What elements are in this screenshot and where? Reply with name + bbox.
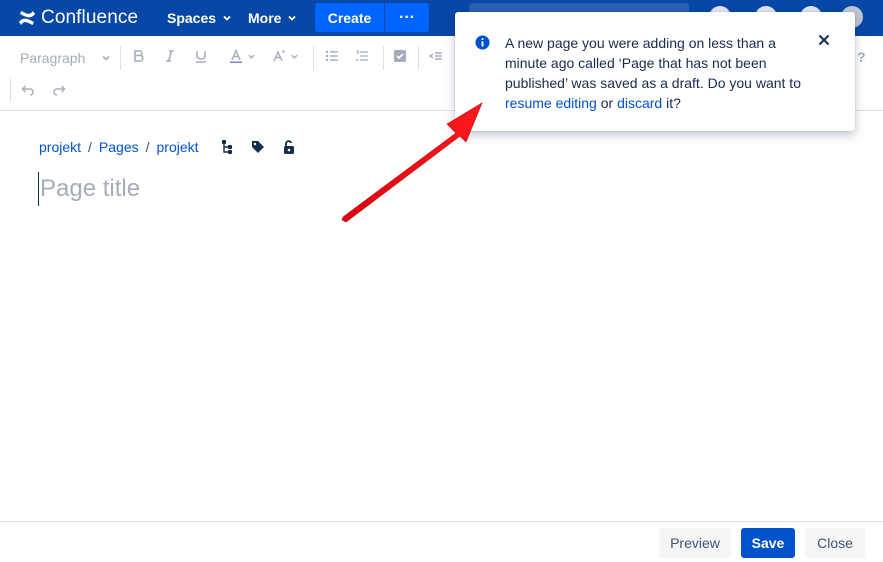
create-button[interactable]: Create xyxy=(315,3,384,32)
save-button[interactable]: Save xyxy=(741,528,795,558)
bold-icon xyxy=(134,50,144,62)
numbered-list-icon xyxy=(356,50,368,61)
numbered-list-button[interactable] xyxy=(355,49,369,63)
breadcrumb-parent-link[interactable]: projekt xyxy=(157,139,199,155)
chevron-down-icon xyxy=(288,15,297,21)
task-list-button[interactable] xyxy=(393,49,407,63)
bullet-list-icon xyxy=(325,50,338,62)
page-title-input[interactable] xyxy=(38,172,638,206)
brand-name: Confluence xyxy=(41,7,139,28)
resume-editing-link[interactable]: resume editing xyxy=(505,95,597,111)
outdent-icon xyxy=(429,52,442,60)
draft-notification: A new page you were adding on less than … xyxy=(455,12,855,131)
breadcrumb-separator: / xyxy=(145,139,150,155)
page-tree-icon[interactable] xyxy=(219,139,235,155)
redo-button[interactable] xyxy=(52,83,66,97)
chevron-down-icon xyxy=(223,15,231,21)
spaces-menu-label: Spaces xyxy=(167,10,217,26)
text-color-button[interactable] xyxy=(229,49,256,63)
notification-text-or: or xyxy=(596,95,618,111)
discard-link[interactable]: discard xyxy=(617,95,662,111)
toolbar-divider xyxy=(120,46,121,70)
info-icon xyxy=(475,35,490,50)
outdent-button[interactable] xyxy=(429,49,443,63)
paragraph-style-label: Paragraph xyxy=(20,50,86,66)
notification-text: A new page you were adding on less than … xyxy=(505,35,801,91)
more-menu[interactable]: More xyxy=(248,10,297,26)
text-color-icon xyxy=(230,49,242,63)
bullet-list-button[interactable] xyxy=(325,49,339,63)
toolbar-divider xyxy=(418,46,419,70)
notification-text-end: it? xyxy=(662,95,681,111)
close-button[interactable]: Close xyxy=(805,528,865,558)
label-icon[interactable] xyxy=(250,139,266,155)
breadcrumb-space-link[interactable]: projekt xyxy=(39,139,81,155)
more-menu-label: More xyxy=(248,10,282,26)
breadcrumb-pages-link[interactable]: Pages xyxy=(99,139,139,155)
italic-icon xyxy=(166,50,174,62)
text-format-more-button[interactable] xyxy=(272,49,299,63)
toolbar-divider xyxy=(10,78,11,102)
notification-message: A new page you were adding on less than … xyxy=(505,33,805,113)
toolbar-divider xyxy=(383,46,384,70)
text-style-icon xyxy=(273,50,285,62)
close-icon[interactable] xyxy=(817,33,831,47)
underline-button[interactable] xyxy=(194,49,208,63)
unlock-icon[interactable] xyxy=(281,139,297,155)
redo-icon xyxy=(53,85,66,96)
chevron-down-icon xyxy=(102,55,110,61)
editor-footer: Preview Save Close xyxy=(0,521,883,562)
breadcrumb-separator: / xyxy=(88,139,92,155)
checkbox-icon xyxy=(394,50,406,62)
confluence-logo[interactable]: Confluence xyxy=(18,7,138,29)
breadcrumb: projekt / Pages / projekt xyxy=(39,139,199,155)
bold-button[interactable] xyxy=(132,49,146,63)
confluence-icon xyxy=(19,11,35,25)
underline-icon xyxy=(196,51,206,63)
italic-button[interactable] xyxy=(163,49,177,63)
help-button[interactable]: ? xyxy=(857,49,866,65)
paragraph-style-select[interactable]: Paragraph xyxy=(20,50,111,66)
spaces-menu[interactable]: Spaces xyxy=(167,10,232,26)
create-more-actions-button[interactable]: ··· xyxy=(385,3,429,32)
chevron-down-icon xyxy=(248,54,255,59)
toolbar-divider xyxy=(313,46,314,70)
chevron-down-icon xyxy=(291,54,298,59)
preview-button[interactable]: Preview xyxy=(659,528,731,558)
undo-button[interactable] xyxy=(21,83,35,97)
undo-icon xyxy=(21,85,34,96)
